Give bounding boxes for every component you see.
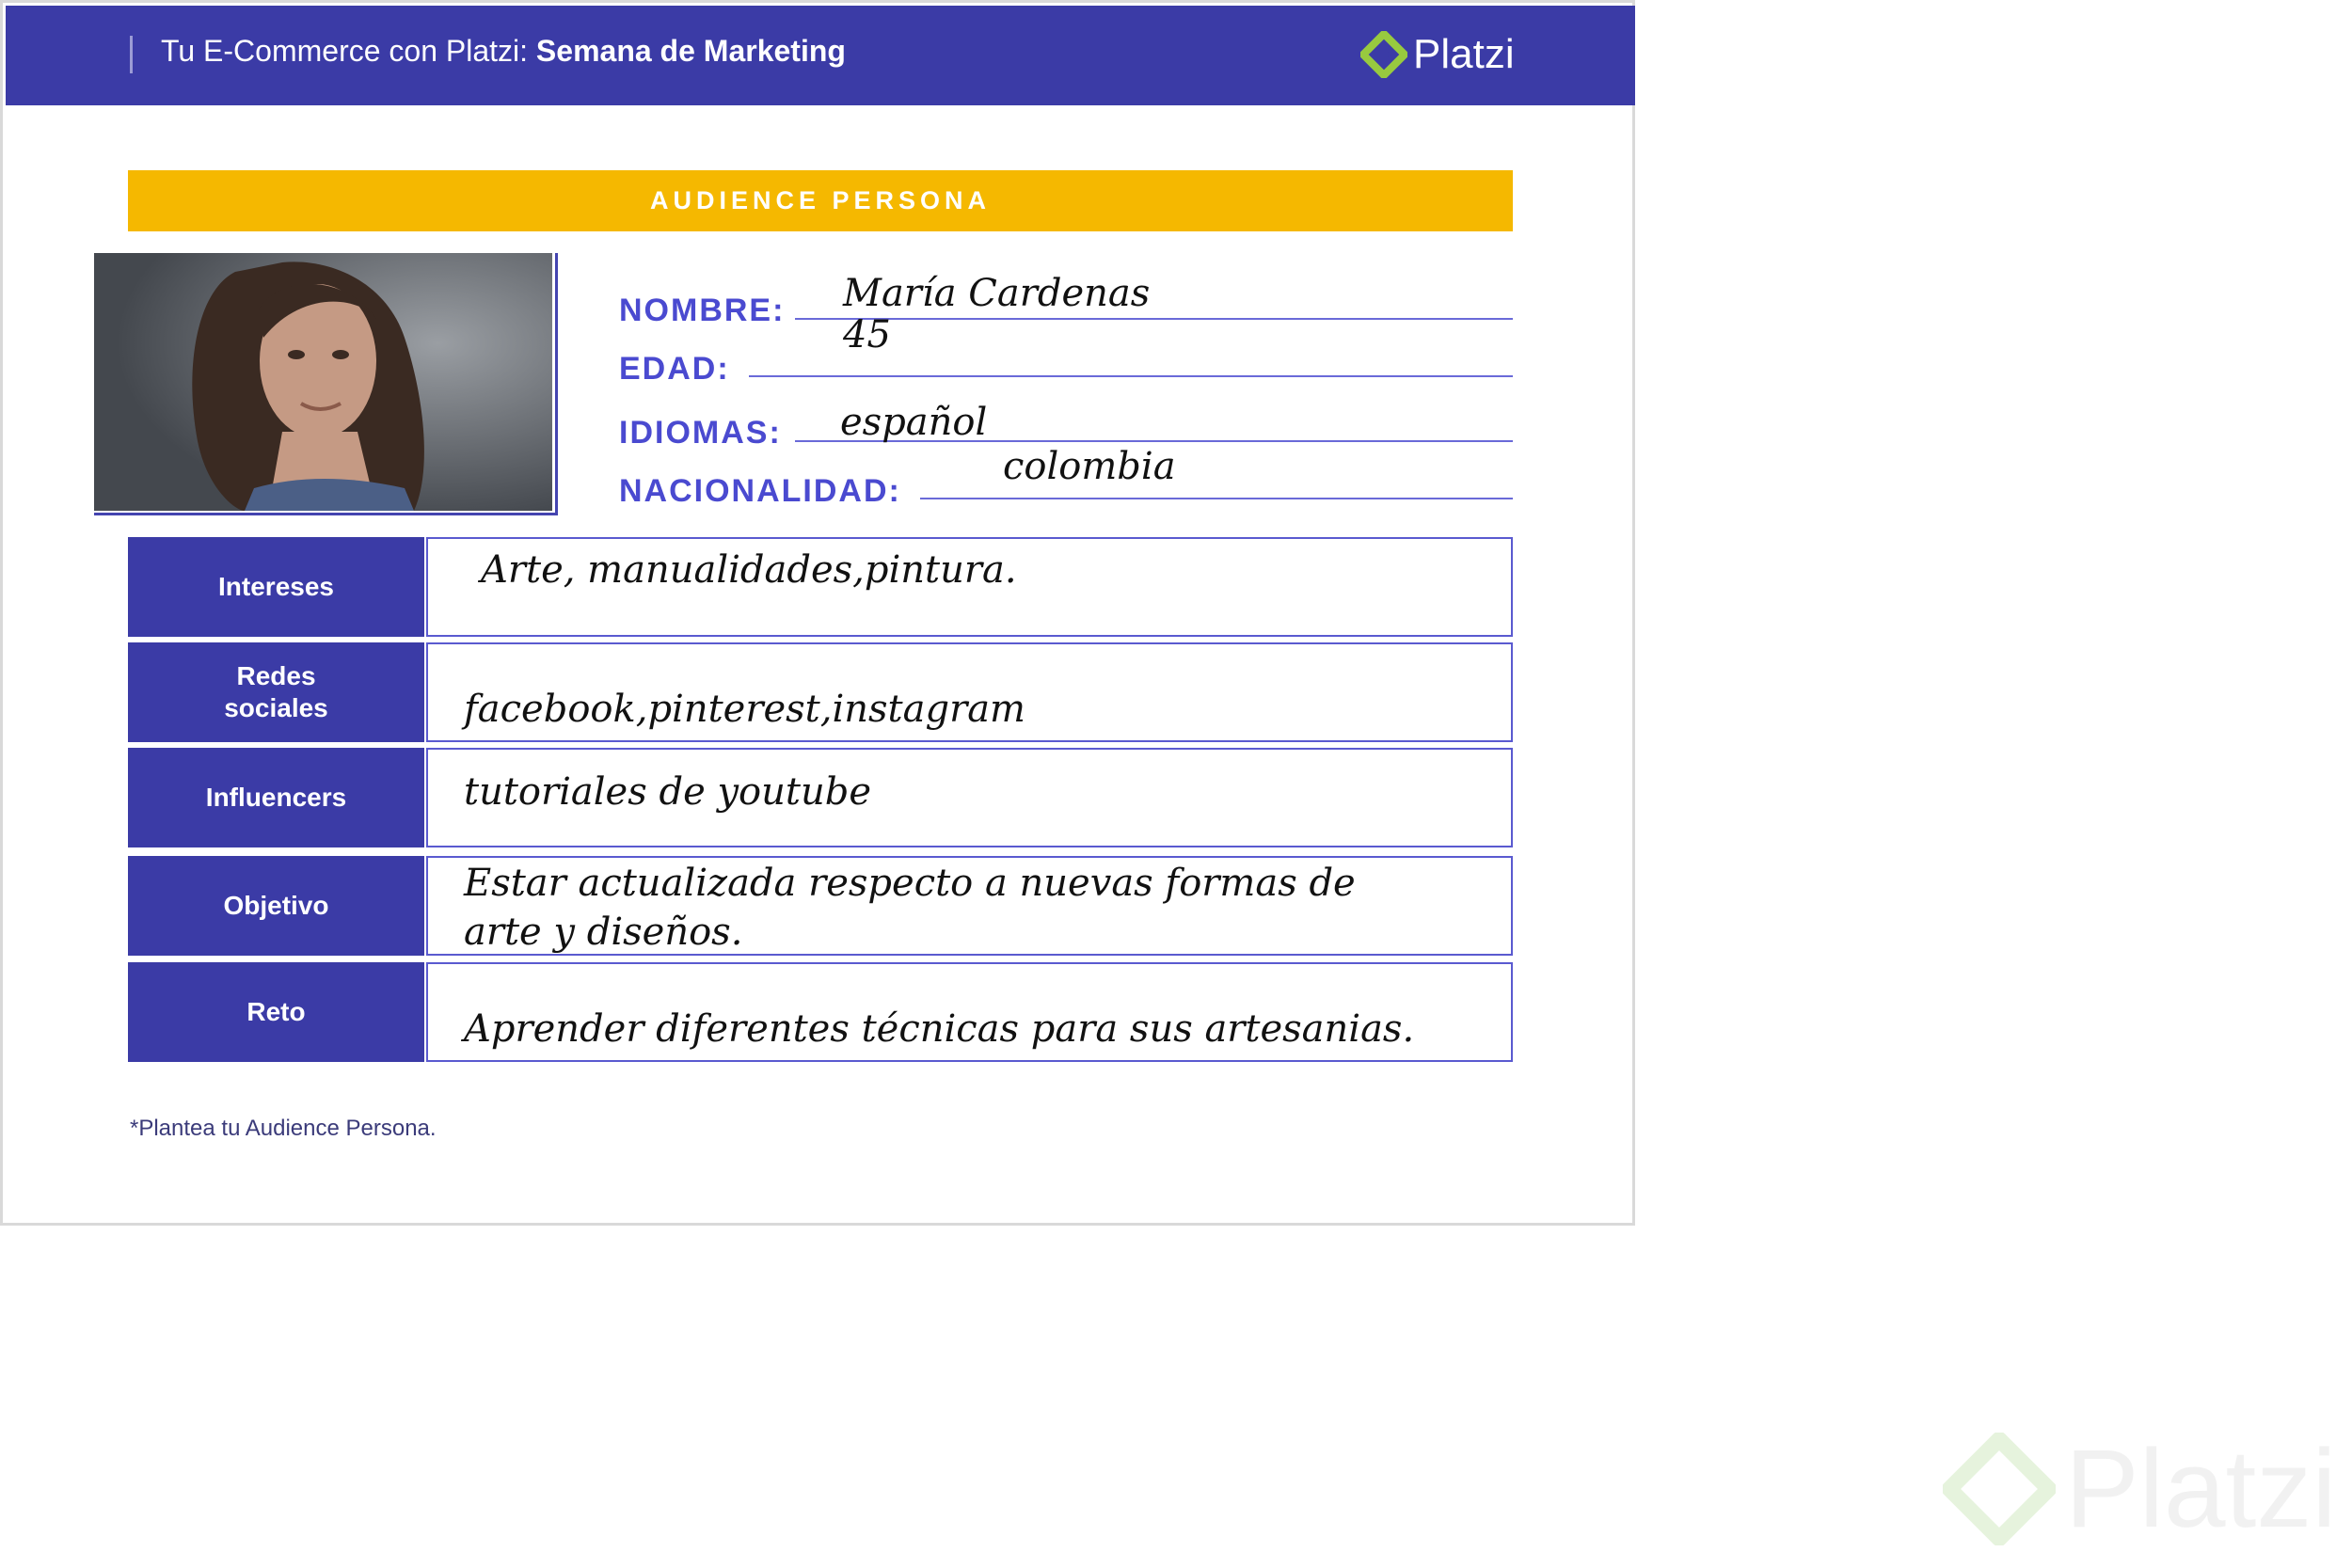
redes-label-line1: Redes bbox=[236, 661, 316, 690]
objetivo-value-line1: Estar actualizada respecto a nuevas form… bbox=[464, 862, 1356, 905]
header-title-bold: Semana de Marketing bbox=[535, 34, 846, 68]
row-box-objetivo: Estar actualizada respecto a nuevas form… bbox=[426, 856, 1513, 956]
nacionalidad-line bbox=[920, 498, 1513, 499]
edad-line bbox=[749, 375, 1513, 377]
influencers-value: tutoriales de youtube bbox=[464, 770, 872, 814]
nombre-line bbox=[795, 318, 1513, 320]
row-label-reto: Reto bbox=[128, 962, 424, 1062]
platzi-logo-icon bbox=[1360, 31, 1407, 78]
row-label-objetivo: Objetivo bbox=[128, 856, 424, 956]
platzi-watermark: Platzi bbox=[1943, 1425, 2337, 1553]
edad-value: 45 bbox=[843, 313, 891, 356]
objetivo-value-line2: arte y diseños. bbox=[464, 911, 743, 954]
intereses-value: Arte, manualidades,pintura. bbox=[481, 548, 1017, 592]
nacionalidad-value: colombia bbox=[1003, 445, 1176, 488]
platzi-logo: Platzi bbox=[1360, 28, 1515, 81]
redes-label-line2: sociales bbox=[224, 693, 328, 722]
row-label-intereses: Intereses bbox=[128, 537, 424, 637]
persona-photo-illustration bbox=[94, 253, 552, 511]
row-box-redes-sociales: facebook,pinterest,instagram bbox=[426, 642, 1513, 742]
reto-value: Aprender diferentes técnicas para sus ar… bbox=[464, 1007, 1415, 1051]
row-box-reto: Aprender diferentes técnicas para sus ar… bbox=[426, 962, 1513, 1062]
persona-photo bbox=[94, 253, 552, 511]
persona-card: Tu E-Commerce con Platzi: Semana de Mark… bbox=[0, 0, 1635, 1226]
header-title: Tu E-Commerce con Platzi: Semana de Mark… bbox=[161, 34, 846, 69]
nombre-value: María Cardenas bbox=[843, 272, 1151, 315]
idiomas-value: español bbox=[840, 401, 988, 444]
header-bar: Tu E-Commerce con Platzi: Semana de Mark… bbox=[6, 6, 1635, 105]
row-label-influencers: Influencers bbox=[128, 748, 424, 847]
platzi-watermark-text: Platzi bbox=[2065, 1427, 2337, 1551]
redes-value: facebook,pinterest,instagram bbox=[464, 688, 1025, 731]
audience-persona-banner: AUDIENCE PERSONA bbox=[128, 170, 1513, 231]
header-divider bbox=[130, 36, 133, 73]
platzi-logo-text: Platzi bbox=[1413, 31, 1515, 77]
header-title-regular: Tu E-Commerce con Platzi: bbox=[161, 34, 536, 68]
row-label-redes-sociales: Redes sociales bbox=[128, 642, 424, 742]
idiomas-label: IDIOMAS: bbox=[619, 415, 782, 451]
row-box-intereses: Arte, manualidades,pintura. bbox=[426, 537, 1513, 637]
edad-label: EDAD: bbox=[619, 351, 730, 387]
footnote: *Plantea tu Audience Persona. bbox=[130, 1116, 437, 1141]
platzi-watermark-icon bbox=[1943, 1433, 2056, 1545]
nacionalidad-label: NACIONALIDAD: bbox=[619, 473, 901, 509]
nombre-label: NOMBRE: bbox=[619, 293, 786, 328]
row-box-influencers: tutoriales de youtube bbox=[426, 748, 1513, 847]
